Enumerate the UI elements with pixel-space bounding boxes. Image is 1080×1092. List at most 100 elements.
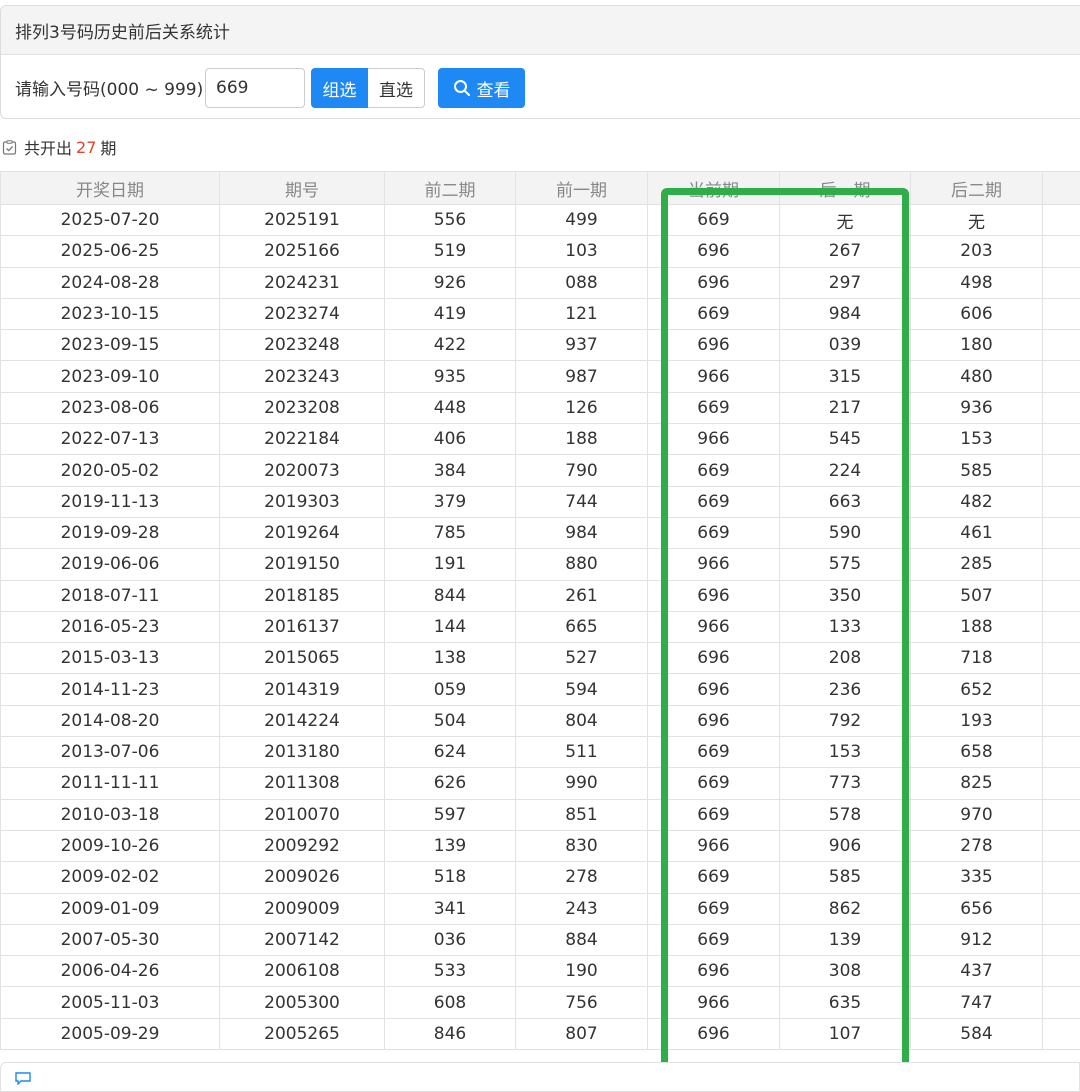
number-input-label: 请输入号码(000 ~ 999)： bbox=[15, 75, 220, 100]
cell-date: 2005-11-03 bbox=[1, 987, 220, 1018]
cell-date: 2024-08-28 bbox=[1, 267, 220, 298]
cell-next2: 970 bbox=[911, 799, 1043, 830]
cell-prev1: 984 bbox=[516, 517, 648, 548]
table-row: 2018-07-112018185844261696350507 bbox=[1, 580, 1080, 611]
number-input[interactable] bbox=[205, 68, 305, 108]
cell-date: 2025-06-25 bbox=[1, 236, 220, 267]
bottom-link[interactable] bbox=[14, 1071, 32, 1085]
cell-current: 669 bbox=[648, 486, 780, 517]
cell-next2: 585 bbox=[911, 455, 1043, 486]
cell-issue: 2020073 bbox=[220, 455, 385, 486]
cell-next1: 585 bbox=[780, 862, 911, 893]
table-row: 2015-03-132015065138527696208718 bbox=[1, 643, 1080, 674]
col-header-date: 开奖日期 bbox=[1, 172, 220, 205]
cell-prev1: 261 bbox=[516, 580, 648, 611]
cell-next1: 545 bbox=[780, 424, 911, 455]
cell-prev2: 384 bbox=[385, 455, 516, 486]
cell-current: 669 bbox=[648, 924, 780, 955]
cell-next2: 747 bbox=[911, 987, 1043, 1018]
cell-next2: 507 bbox=[911, 580, 1043, 611]
cell-prev1: 088 bbox=[516, 267, 648, 298]
cell-extra bbox=[1043, 361, 1080, 392]
cell-next1: 315 bbox=[780, 361, 911, 392]
mode-toggle: 组选 直选 bbox=[311, 68, 425, 108]
cell-extra bbox=[1043, 799, 1080, 830]
cell-extra bbox=[1043, 486, 1080, 517]
cell-extra bbox=[1043, 830, 1080, 861]
direct-select-button[interactable]: 直选 bbox=[368, 68, 425, 108]
cell-next1: 297 bbox=[780, 267, 911, 298]
cell-extra bbox=[1043, 737, 1080, 768]
cell-prev2: 036 bbox=[385, 924, 516, 955]
cell-issue: 2011308 bbox=[220, 768, 385, 799]
cell-prev2: 422 bbox=[385, 330, 516, 361]
col-header-prev1: 前一期 bbox=[516, 172, 648, 205]
cell-next1: 217 bbox=[780, 392, 911, 423]
cell-current: 696 bbox=[648, 705, 780, 736]
cell-prev1: 103 bbox=[516, 236, 648, 267]
cell-prev1: 987 bbox=[516, 361, 648, 392]
cell-issue: 2024231 bbox=[220, 267, 385, 298]
table-row: 2019-11-132019303379744669663482 bbox=[1, 486, 1080, 517]
cell-date: 2016-05-23 bbox=[1, 611, 220, 642]
checklist-icon bbox=[2, 140, 17, 155]
cell-extra bbox=[1043, 768, 1080, 799]
table-row: 2023-09-102023243935987966315480 bbox=[1, 361, 1080, 392]
stats-panel: 排列3号码历史前后关系统计 请输入号码(000 ~ 999)： 组选 直选 查看 bbox=[0, 5, 1080, 119]
view-button[interactable]: 查看 bbox=[438, 68, 525, 108]
cell-prev1: 190 bbox=[516, 956, 648, 987]
cell-extra bbox=[1043, 330, 1080, 361]
cell-current: 966 bbox=[648, 424, 780, 455]
cell-current: 696 bbox=[648, 236, 780, 267]
cell-issue: 2009026 bbox=[220, 862, 385, 893]
cell-issue: 2018185 bbox=[220, 580, 385, 611]
cell-next1: 267 bbox=[780, 236, 911, 267]
cell-next2: 461 bbox=[911, 517, 1043, 548]
cell-next1: 862 bbox=[780, 893, 911, 924]
cell-prev1: 807 bbox=[516, 1018, 648, 1049]
cell-issue: 2019150 bbox=[220, 549, 385, 580]
cell-current: 696 bbox=[648, 674, 780, 705]
cell-prev2: 935 bbox=[385, 361, 516, 392]
cell-prev2: 138 bbox=[385, 643, 516, 674]
table-row: 2024-08-282024231926088696297498 bbox=[1, 267, 1080, 298]
cell-next2: 180 bbox=[911, 330, 1043, 361]
cell-prev2: 341 bbox=[385, 893, 516, 924]
cell-current: 966 bbox=[648, 830, 780, 861]
cell-next1: 773 bbox=[780, 768, 911, 799]
cell-current: 669 bbox=[648, 737, 780, 768]
col-header-current: 当前期 bbox=[648, 172, 780, 205]
cell-issue: 2009009 bbox=[220, 893, 385, 924]
cell-next1: 107 bbox=[780, 1018, 911, 1049]
cell-prev1: 744 bbox=[516, 486, 648, 517]
group-select-button[interactable]: 组选 bbox=[311, 68, 368, 108]
cell-issue: 2023243 bbox=[220, 361, 385, 392]
cell-next1: 984 bbox=[780, 298, 911, 329]
bottom-panel bbox=[0, 1062, 1080, 1092]
cell-extra bbox=[1043, 392, 1080, 423]
cell-prev2: 844 bbox=[385, 580, 516, 611]
cell-next2: 656 bbox=[911, 893, 1043, 924]
cell-extra bbox=[1043, 205, 1080, 236]
cell-issue: 2023208 bbox=[220, 392, 385, 423]
table-row: 2014-08-202014224504804696792193 bbox=[1, 705, 1080, 736]
table-row: 2025-07-202025191556499669无无 bbox=[1, 205, 1080, 236]
table-row: 2011-11-112011308626990669773825 bbox=[1, 768, 1080, 799]
cell-prev1: 756 bbox=[516, 987, 648, 1018]
cell-prev2: 926 bbox=[385, 267, 516, 298]
cell-prev2: 518 bbox=[385, 862, 516, 893]
col-header-extra bbox=[1043, 172, 1080, 205]
history-table: 开奖日期 期号 前二期 前一期 当前期 后一期 后二期 2025-07-2020… bbox=[0, 171, 1080, 1050]
cell-next2: 482 bbox=[911, 486, 1043, 517]
page-title: 排列3号码历史前后关系统计 bbox=[1, 6, 1080, 55]
cell-prev2: 785 bbox=[385, 517, 516, 548]
table-row: 2013-07-062013180624511669153658 bbox=[1, 737, 1080, 768]
table-row: 2009-10-262009292139830966906278 bbox=[1, 830, 1080, 861]
cell-next2: 936 bbox=[911, 392, 1043, 423]
table-row: 2023-09-152023248422937696039180 bbox=[1, 330, 1080, 361]
cell-current: 966 bbox=[648, 549, 780, 580]
cell-current: 669 bbox=[648, 205, 780, 236]
cell-issue: 2025191 bbox=[220, 205, 385, 236]
cell-date: 2009-02-02 bbox=[1, 862, 220, 893]
cell-date: 2023-10-15 bbox=[1, 298, 220, 329]
